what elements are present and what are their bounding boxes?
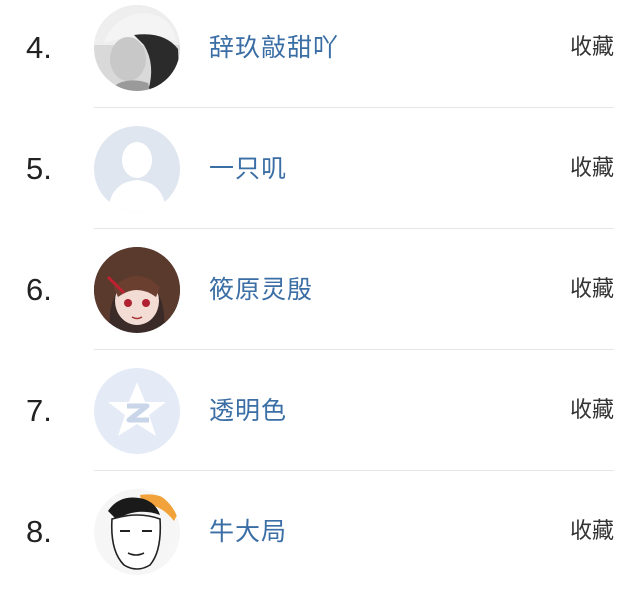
favorite-button[interactable]: 收藏: [570, 350, 614, 471]
avatar-default-person-icon[interactable]: [94, 126, 180, 212]
list-item[interactable]: 5. 一只叽 收藏: [0, 108, 640, 229]
user-ranking-list: 4. 辞玖敲甜吖 收藏 5. 一只叽 收藏 6. 筱原灵殷 收藏 7. 透明色 …: [0, 0, 640, 592]
user-name[interactable]: 一只叽: [209, 108, 287, 229]
rank-number: 5.: [26, 151, 52, 186]
favorite-button[interactable]: 收藏: [570, 471, 614, 592]
list-item[interactable]: 8. 牛大局 收藏: [0, 471, 640, 592]
avatar-anime-girl-icon[interactable]: [94, 247, 180, 333]
user-name[interactable]: 筱原灵殷: [209, 229, 313, 350]
rank-number: 6.: [26, 272, 52, 307]
favorite-button[interactable]: 收藏: [570, 0, 614, 108]
user-name[interactable]: 辞玖敲甜吖: [209, 0, 339, 108]
list-item[interactable]: 4. 辞玖敲甜吖 收藏: [0, 0, 640, 108]
favorite-button[interactable]: 收藏: [570, 229, 614, 350]
list-item[interactable]: 6. 筱原灵殷 收藏: [0, 229, 640, 350]
user-name[interactable]: 透明色: [209, 350, 287, 471]
rank-number: 7.: [26, 393, 52, 428]
list-item[interactable]: 7. 透明色 收藏: [0, 350, 640, 471]
rank-number: 4.: [26, 30, 52, 65]
favorite-button[interactable]: 收藏: [570, 108, 614, 229]
avatar-qq-star-icon[interactable]: [94, 368, 180, 454]
avatar-girl-cap-icon[interactable]: [94, 5, 180, 91]
rank-number: 8.: [26, 514, 52, 549]
avatar-cartoon-man-icon[interactable]: [94, 489, 180, 575]
user-name[interactable]: 牛大局: [209, 471, 287, 592]
